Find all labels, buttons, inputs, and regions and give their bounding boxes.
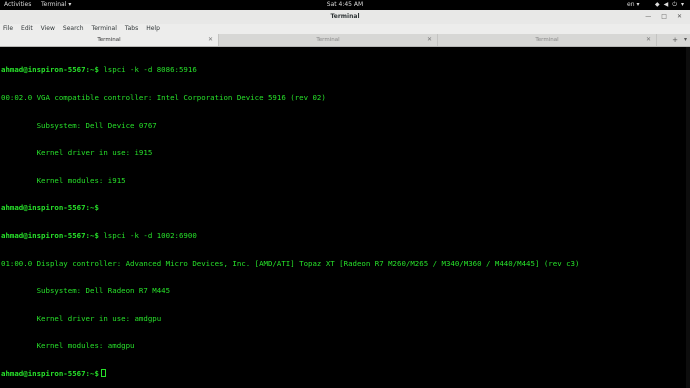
terminal-text: 01:00.0 Display controller: Advanced Mic… — [1, 258, 580, 268]
gnome-top-bar: Activities Terminal ▾ Sat 4:45 AM en ▾ ◆… — [0, 0, 690, 10]
terminal-line: Kernel driver in use: amdgpu — [0, 314, 686, 323]
close-icon[interactable]: ✕ — [646, 34, 651, 46]
terminal-line: ahmad@inspiron-5567:~$ — [0, 203, 686, 212]
terminal-text: Subsystem: Dell Radeon R7 M445 — [1, 286, 171, 296]
terminal-text: Kernel modules: amdgpu — [1, 341, 135, 351]
menu-tabs[interactable]: Tabs — [125, 24, 138, 34]
menu-help[interactable]: Help — [146, 24, 160, 34]
shell-prompt: ahmad@inspiron-5567:~$ — [1, 203, 99, 213]
terminal-line: 01:00.0 Display controller: Advanced Mic… — [0, 259, 686, 268]
tab-label: Terminal — [97, 37, 121, 43]
terminal-text: Subsystem: Dell Device 0767 — [1, 120, 157, 130]
terminal-scrollbar[interactable] — [686, 47, 690, 388]
new-tab-icon[interactable]: + — [672, 34, 678, 46]
tab-label: Terminal — [535, 37, 559, 43]
terminal-text: lspci -k -d 1002:6900 — [98, 230, 197, 240]
menu-edit[interactable]: Edit — [21, 24, 33, 34]
window-title: Terminal — [330, 13, 360, 20]
chevron-down-icon: ▾ — [681, 1, 685, 8]
shell-prompt: ahmad@inspiron-5567:~$ — [1, 230, 99, 240]
chevron-down-icon: ▾ — [636, 1, 640, 8]
tab-terminal-1[interactable]: Terminal ✕ — [0, 34, 219, 46]
tab-menu-icon[interactable]: ▾ — [684, 34, 687, 46]
tab-label: Terminal — [316, 37, 340, 43]
terminal-line: 00:02.0 VGA compatible controller: Intel… — [0, 93, 686, 102]
menu-bar: File Edit View Search Terminal Tabs Help — [0, 24, 690, 34]
clock[interactable]: Sat 4:45 AM — [0, 0, 690, 10]
close-icon[interactable]: ✕ — [427, 34, 432, 46]
window-title-bar[interactable]: Terminal — □ ✕ — [0, 10, 690, 25]
tab-terminal-3[interactable]: Terminal ✕ — [438, 34, 657, 46]
terminal-text: 00:02.0 VGA compatible controller: Intel… — [1, 93, 326, 102]
terminal-line: ahmad@inspiron-5567:~$ — [0, 368, 686, 378]
terminal-line: Kernel modules: amdgpu — [0, 341, 686, 350]
terminal-text: lspci -k -d 8086:5916 — [98, 65, 197, 75]
text-cursor — [100, 368, 106, 377]
terminal-line: ahmad@inspiron-5567:~$ lspci -k -d 1002:… — [0, 231, 686, 240]
terminal-line: Subsystem: Dell Device 0767 — [0, 121, 686, 130]
terminal-output[interactable]: ahmad@inspiron-5567:~$ lspci -k -d 8086:… — [0, 47, 686, 388]
tab-terminal-2[interactable]: Terminal ✕ — [219, 34, 438, 46]
close-icon[interactable]: ✕ — [677, 10, 682, 24]
maximize-icon[interactable]: □ — [661, 10, 667, 24]
language-label: en — [627, 1, 635, 8]
power-icon: ⏻ — [672, 1, 677, 8]
network-icon: ◆ — [655, 1, 660, 8]
minimize-icon[interactable]: — — [645, 10, 651, 24]
terminal-line: ahmad@inspiron-5567:~$ lspci -k -d 8086:… — [0, 65, 686, 74]
menu-terminal[interactable]: Terminal — [92, 24, 117, 34]
shell-prompt: ahmad@inspiron-5567:~$ — [1, 65, 99, 75]
language-selector[interactable]: en ▾ — [627, 0, 640, 10]
menu-search[interactable]: Search — [63, 24, 84, 34]
terminal-line: Kernel modules: i915 — [0, 176, 686, 185]
volume-icon: ◀ — [663, 1, 669, 8]
close-icon[interactable]: ✕ — [208, 34, 213, 46]
menu-file[interactable]: File — [3, 24, 13, 34]
terminal-line: Subsystem: Dell Radeon R7 M445 — [0, 286, 686, 295]
window-controls: — □ ✕ — [645, 10, 682, 24]
shell-prompt: ahmad@inspiron-5567:~$ — [1, 368, 99, 378]
terminal-text: Kernel driver in use: amdgpu — [1, 313, 162, 323]
terminal-line: Kernel driver in use: i915 — [0, 148, 686, 157]
tab-bar: Terminal ✕ Terminal ✕ Terminal ✕ + ▾ — [0, 34, 690, 47]
menu-view[interactable]: View — [41, 24, 55, 34]
terminal-text: Kernel driver in use: i915 — [1, 148, 153, 158]
terminal-text: Kernel modules: i915 — [1, 175, 126, 185]
system-menu[interactable]: ◆ ◀ ⏻ ▾ — [655, 0, 684, 10]
